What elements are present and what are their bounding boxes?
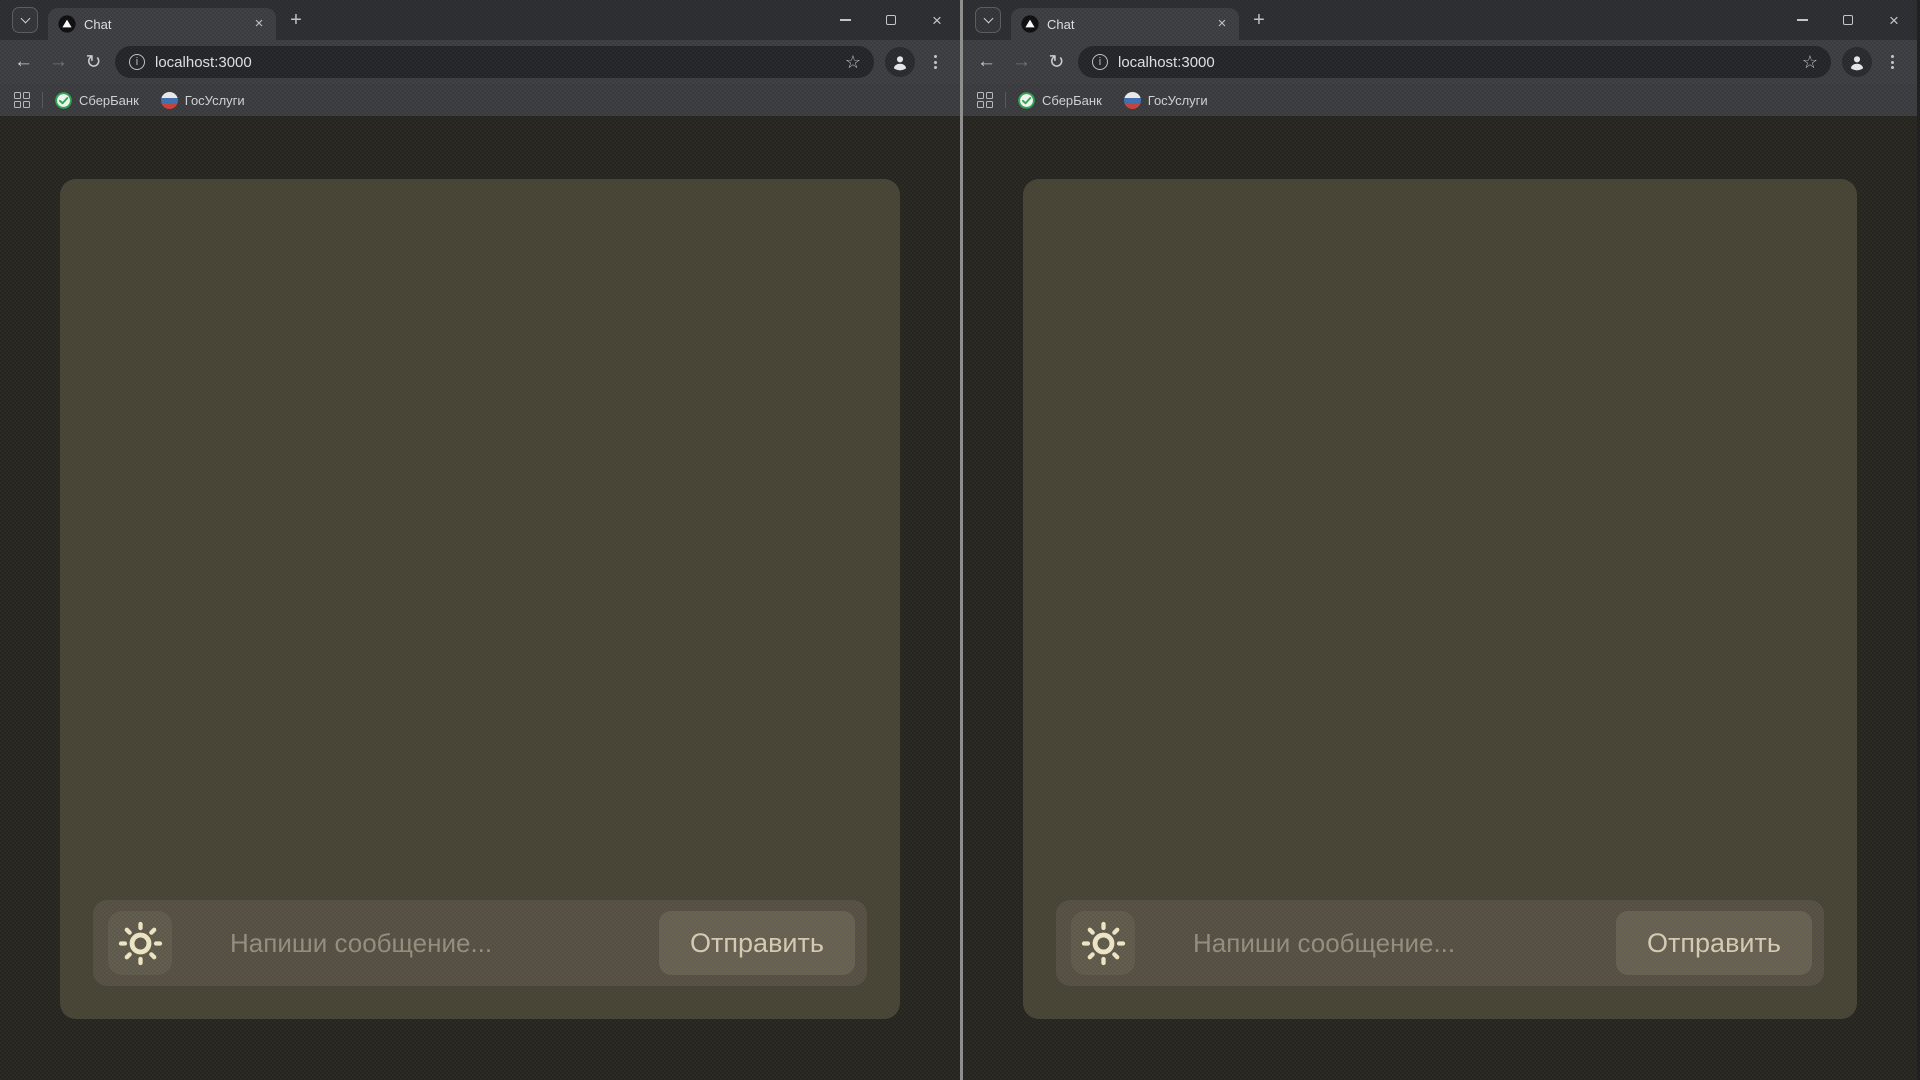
minimize-button[interactable] — [1779, 0, 1825, 40]
back-button[interactable]: ← — [6, 45, 41, 79]
back-button[interactable]: ← — [969, 45, 1004, 79]
page-content: Отправить — [0, 116, 960, 1080]
bookmark-gosuslugi[interactable]: ГосУслуги — [1123, 91, 1208, 109]
site-info-icon[interactable]: i — [129, 54, 145, 70]
chevron-down-icon — [983, 13, 993, 24]
send-button[interactable]: Отправить — [1616, 911, 1812, 975]
minimize-icon — [1796, 19, 1808, 21]
bookmark-label: ГосУслуги — [184, 92, 245, 108]
tab-close-icon[interactable]: × — [1213, 15, 1231, 33]
site-info-icon[interactable]: i — [1092, 54, 1108, 70]
url-text: localhost:3000 — [1118, 53, 1215, 71]
forward-button[interactable]: → — [41, 45, 76, 79]
bookmark-label: ГосУслуги — [1147, 92, 1208, 108]
chat-input-bar: Отправить — [1056, 900, 1824, 986]
url-text: localhost:3000 — [155, 53, 252, 71]
tab-close-icon[interactable]: × — [250, 15, 268, 33]
bookmarks-bar: СберБанк ГосУслуги — [0, 84, 960, 116]
maximize-button[interactable] — [1825, 0, 1871, 40]
chat-panel: Отправить — [60, 179, 900, 1019]
tab-strip: Chat × + × — [963, 0, 1917, 40]
chat-favicon-icon — [58, 15, 76, 33]
bookmark-gosuslugi[interactable]: ГосУслуги — [160, 91, 245, 109]
bookmark-star-icon[interactable]: ☆ — [842, 52, 864, 73]
maximize-icon — [886, 15, 896, 25]
chat-messages-area — [1056, 212, 1824, 900]
chevron-down-icon — [20, 13, 30, 24]
gosuslugi-icon — [160, 91, 178, 109]
new-tab-button[interactable]: + — [282, 6, 310, 34]
browser-window-right: Chat × + × ← → ↻ i localhost:3000 ☆ Сбер… — [960, 0, 1917, 1080]
maximize-button[interactable] — [868, 0, 914, 40]
sun-icon — [118, 921, 162, 965]
chat-messages-area — [93, 212, 867, 900]
browser-toolbar: ← → ↻ i localhost:3000 ☆ — [0, 40, 960, 84]
theme-toggle-button[interactable] — [1071, 911, 1135, 975]
forward-button[interactable]: → — [1004, 45, 1039, 79]
chat-panel: Отправить — [1023, 179, 1857, 1019]
bookmarks-separator — [42, 92, 43, 108]
bookmarks-separator — [1005, 92, 1006, 108]
address-bar[interactable]: i localhost:3000 ☆ — [115, 46, 874, 78]
person-icon — [1850, 56, 1864, 71]
tab-title: Chat — [1047, 16, 1075, 32]
bookmark-star-icon[interactable]: ☆ — [1799, 52, 1821, 73]
tab-title: Chat — [84, 16, 112, 32]
tab-chat[interactable]: Chat × — [48, 8, 276, 40]
minimize-icon — [839, 19, 851, 21]
window-controls: × — [822, 0, 960, 40]
tab-strip: Chat × + × — [0, 0, 960, 40]
address-bar[interactable]: i localhost:3000 ☆ — [1078, 46, 1831, 78]
profile-button[interactable] — [885, 47, 915, 77]
maximize-icon — [1843, 15, 1853, 25]
bookmark-sberbank[interactable]: СберБанк — [1018, 91, 1102, 109]
chat-favicon-icon — [1021, 15, 1039, 33]
minimize-button[interactable] — [822, 0, 868, 40]
tab-search-button[interactable] — [12, 7, 38, 33]
bookmark-sberbank[interactable]: СберБанк — [55, 91, 139, 109]
close-button[interactable]: × — [1871, 0, 1917, 40]
chat-input-bar: Отправить — [93, 900, 867, 986]
apps-grid-icon[interactable] — [977, 92, 993, 108]
browser-menu-button[interactable] — [1879, 55, 1905, 69]
sberbank-icon — [55, 91, 72, 109]
close-icon: × — [1889, 10, 1899, 30]
close-icon: × — [932, 10, 942, 30]
bookmarks-bar: СберБанк ГосУслуги — [963, 84, 1917, 116]
bookmark-label: СберБанк — [79, 92, 139, 108]
bookmark-label: СберБанк — [1042, 92, 1102, 108]
sun-icon — [1081, 921, 1125, 965]
browser-menu-button[interactable] — [922, 55, 948, 69]
window-controls: × — [1779, 0, 1917, 40]
browser-toolbar: ← → ↻ i localhost:3000 ☆ — [963, 40, 1917, 84]
sberbank-icon — [1018, 91, 1035, 109]
send-button[interactable]: Отправить — [659, 911, 855, 975]
tab-chat[interactable]: Chat × — [1011, 8, 1239, 40]
close-button[interactable]: × — [914, 0, 960, 40]
person-icon — [893, 56, 907, 71]
tab-search-button[interactable] — [975, 7, 1001, 33]
reload-button[interactable]: ↻ — [1039, 45, 1074, 79]
message-input[interactable] — [228, 926, 659, 960]
page-content: Отправить — [963, 116, 1917, 1080]
browser-window-left: Chat × + × ← → ↻ i localhost:3000 ☆ Сбер… — [0, 0, 960, 1080]
apps-grid-icon[interactable] — [14, 92, 30, 108]
profile-button[interactable] — [1842, 47, 1872, 77]
new-tab-button[interactable]: + — [1245, 6, 1273, 34]
gosuslugi-icon — [1123, 91, 1141, 109]
reload-button[interactable]: ↻ — [76, 45, 111, 79]
theme-toggle-button[interactable] — [108, 911, 172, 975]
message-input[interactable] — [1191, 926, 1616, 960]
